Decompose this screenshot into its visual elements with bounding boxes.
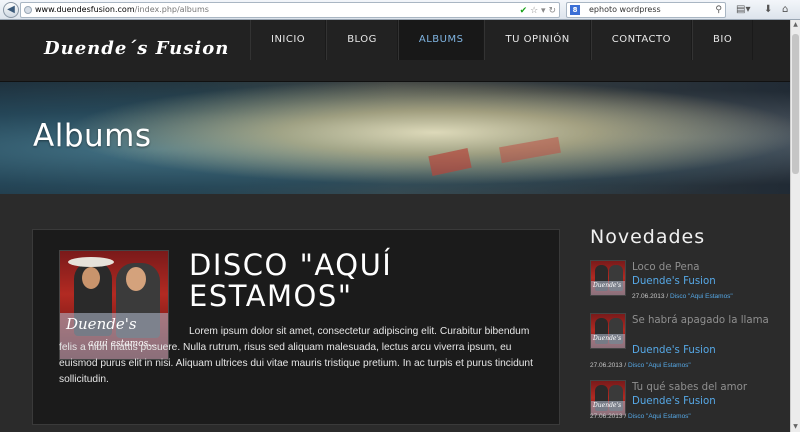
banner-decoration — [499, 136, 561, 164]
site-header: Duende´s Fusion INICIO BLOG ALBUMS TU OP… — [0, 20, 790, 82]
news-date: 27.06.2013 — [632, 293, 665, 300]
back-arrow-icon[interactable]: ◀ — [3, 2, 19, 18]
url-path: /index.php/albums — [134, 5, 209, 14]
news-song-title[interactable]: Tu qué sabes del amor — [632, 380, 782, 396]
news-thumbnail[interactable]: Duende's — [590, 260, 626, 296]
news-album-link[interactable]: Disco "Aqui Estamos" — [628, 413, 691, 420]
menu-item-blog[interactable]: BLOG — [326, 20, 398, 60]
page-title: Albums — [33, 118, 152, 154]
menu-item-albums[interactable]: ALBUMS — [397, 20, 485, 60]
menu-item-contacto[interactable]: CONTACTO — [590, 20, 693, 60]
news-meta: 27.06.2013 / Disco "Aqui Estamos" — [632, 293, 733, 300]
main-menu: INICIO BLOG ALBUMS TU OPINIÓN CONTACTO B… — [250, 20, 754, 60]
post-title[interactable]: DISCO "AQUÍ ESTAMOS" — [189, 250, 529, 312]
news-thumbnail[interactable]: Duende's — [590, 313, 626, 349]
news-artist-link[interactable]: Duende's Fusion — [632, 345, 716, 356]
browser-toolbar: ◀ www.duendesfusion.com/index.php/albums… — [0, 0, 800, 20]
thumb-title: Duende's — [593, 402, 622, 409]
site-logo[interactable]: Duende´s Fusion — [44, 38, 229, 59]
scrollbar-thumb[interactable] — [792, 34, 799, 174]
banner-decoration — [428, 148, 472, 176]
url-host: www.duendesfusion.com — [35, 5, 135, 14]
page-banner: Albums — [0, 82, 790, 194]
news-song-title[interactable]: Loco de Pena — [632, 260, 782, 276]
sidebar-title: Novedades — [590, 226, 706, 248]
bookmark-menu-icon[interactable]: ▤▾ — [736, 3, 750, 17]
news-album-link[interactable]: Disco "Aqui Estamos" — [628, 362, 691, 369]
dropdown-arrow-icon[interactable]: ▾ — [541, 6, 546, 16]
news-artist-link[interactable]: Duende's Fusion — [632, 396, 716, 407]
home-icon[interactable]: ⌂ — [782, 3, 788, 17]
news-meta: 27.06.2013 / Disco "Aqui Estamos" — [590, 413, 691, 420]
thumb-title: Duende's — [593, 335, 622, 342]
menu-item-tu-opinion[interactable]: TU OPINIÓN — [484, 20, 591, 60]
news-date: 27.06.2013 — [590, 362, 623, 369]
search-bar[interactable]: 8 ephoto wordpress ⚲ — [566, 2, 726, 18]
scroll-down-arrow-icon[interactable]: ▼ — [791, 422, 800, 432]
news-artist-link[interactable]: Duende's Fusion — [632, 276, 716, 287]
menu-item-bio[interactable]: BIO — [692, 20, 754, 60]
site-favicon-icon — [24, 6, 32, 14]
news-date: 27.06.2013 — [590, 413, 623, 420]
cover-face — [82, 267, 100, 289]
news-song-title[interactable]: Se habrá apagado la llama — [632, 313, 782, 329]
thumb-title: Duende's — [593, 282, 622, 289]
news-meta: 27.06.2013 / Disco "Aqui Estamos" — [590, 362, 691, 369]
album-post: Duende's aqui estamos... DISCO "AQUÍ EST… — [32, 229, 560, 425]
cover-hat — [68, 257, 114, 267]
search-text: ephoto wordpress — [589, 5, 661, 14]
page-scrollbar[interactable]: ▲ ▼ — [790, 20, 800, 432]
post-body: Lorem ipsum dolor sit amet, consectetur … — [59, 326, 533, 385]
news-thumbnail[interactable]: Duende's — [590, 380, 626, 416]
menu-item-inicio[interactable]: INICIO — [250, 20, 327, 60]
check-icon: ✔ — [519, 6, 528, 16]
scroll-up-arrow-icon[interactable]: ▲ — [791, 20, 800, 30]
news-album-link[interactable]: Disco "Aqui Estamos" — [670, 293, 733, 300]
reload-icon[interactable]: ↻ — [548, 6, 556, 16]
address-bar[interactable]: www.duendesfusion.com/index.php/albums ✔… — [20, 2, 560, 18]
search-engine-icon[interactable]: 8 — [570, 5, 580, 15]
download-icon[interactable]: ⬇ — [764, 3, 772, 17]
search-icon[interactable]: ⚲ — [715, 3, 722, 17]
star-icon[interactable]: ☆ — [530, 6, 538, 16]
cover-face — [126, 267, 146, 291]
